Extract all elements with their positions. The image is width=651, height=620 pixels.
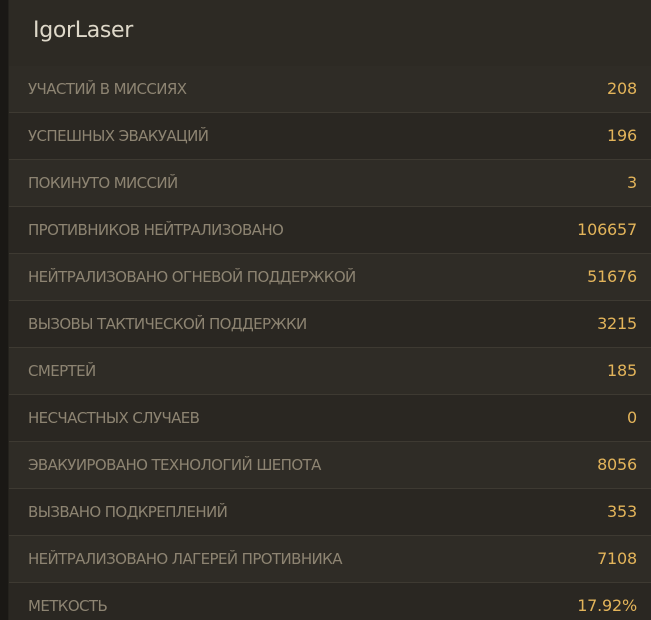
stat-label: ЭВАКУИРОВАНО ТЕХНОЛОГИЙ ШЕПОТА — [28, 456, 321, 474]
stat-value: 8056 — [597, 455, 637, 474]
stat-value: 196 — [607, 126, 637, 145]
stat-row-abandoned: ПОКИНУТО МИССИЙ 3 — [9, 160, 651, 207]
stat-label: ПРОТИВНИКОВ НЕЙТРАЛИЗОВАНО — [28, 221, 284, 239]
stat-row-deaths: СМЕРТЕЙ 185 — [9, 348, 651, 395]
player-name: IgorLaser — [33, 18, 134, 43]
stat-label: НЕЙТРАЛИЗОВАНО ОГНЕВОЙ ПОДДЕРЖКОЙ — [28, 268, 356, 286]
stat-value: 208 — [607, 79, 637, 98]
stat-label: СМЕРТЕЙ — [28, 362, 96, 380]
stat-label: УЧАСТИЙ В МИССИЯХ — [28, 80, 187, 98]
stats-list: УЧАСТИЙ В МИССИЯХ 208 УСПЕШНЫХ ЭВАКУАЦИЙ… — [9, 66, 651, 620]
stat-value: 106657 — [577, 220, 637, 239]
stat-value: 353 — [607, 502, 637, 521]
stat-value: 0 — [627, 408, 637, 427]
stat-label: ВЫЗВАНО ПОДКРЕПЛЕНИЙ — [28, 503, 228, 521]
stat-row-enemies-killed: ПРОТИВНИКОВ НЕЙТРАЛИЗОВАНО 106657 — [9, 207, 651, 254]
stat-label: ВЫЗОВЫ ТАКТИЧЕСКОЙ ПОДДЕРЖКИ — [28, 315, 307, 333]
stat-row-missions: УЧАСТИЙ В МИССИЯХ 208 — [9, 66, 651, 113]
stat-row-support-calls: ВЫЗОВЫ ТАКТИЧЕСКОЙ ПОДДЕРЖКИ 3215 — [9, 301, 651, 348]
stat-row-support-kills: НЕЙТРАЛИЗОВАНО ОГНЕВОЙ ПОДДЕРЖКОЙ 51676 — [9, 254, 651, 301]
stat-value: 51676 — [587, 267, 637, 286]
stat-value: 17.92% — [577, 596, 637, 615]
stat-label: НЕЙТРАЛИЗОВАНО ЛАГЕРЕЙ ПРОТИВНИКА — [28, 550, 342, 568]
stats-header: IgorLaser — [9, 0, 651, 66]
stat-value: 185 — [607, 361, 637, 380]
stat-label: ПОКИНУТО МИССИЙ — [28, 174, 178, 192]
player-stats-panel: IgorLaser УЧАСТИЙ В МИССИЯХ 208 УСПЕШНЫХ… — [0, 0, 651, 620]
stat-row-whisper-tech: ЭВАКУИРОВАНО ТЕХНОЛОГИЙ ШЕПОТА 8056 — [9, 442, 651, 489]
stat-label: МЕТКОСТЬ — [28, 597, 108, 615]
stat-row-reinforcements: ВЫЗВАНО ПОДКРЕПЛЕНИЙ 353 — [9, 489, 651, 536]
stat-value: 3215 — [597, 314, 637, 333]
panel-left-border — [0, 0, 8, 620]
stat-label: УСПЕШНЫХ ЭВАКУАЦИЙ — [28, 127, 209, 145]
stat-row-extractions: УСПЕШНЫХ ЭВАКУАЦИЙ 196 — [9, 113, 651, 160]
stat-label: НЕСЧАСТНЫХ СЛУЧАЕВ — [28, 409, 200, 427]
stat-row-accuracy: МЕТКОСТЬ 17.92% — [9, 583, 651, 620]
stat-value: 7108 — [597, 549, 637, 568]
stat-row-camps-cleared: НЕЙТРАЛИЗОВАНО ЛАГЕРЕЙ ПРОТИВНИКА 7108 — [9, 536, 651, 583]
stat-row-accidents: НЕСЧАСТНЫХ СЛУЧАЕВ 0 — [9, 395, 651, 442]
stat-value: 3 — [627, 173, 637, 192]
